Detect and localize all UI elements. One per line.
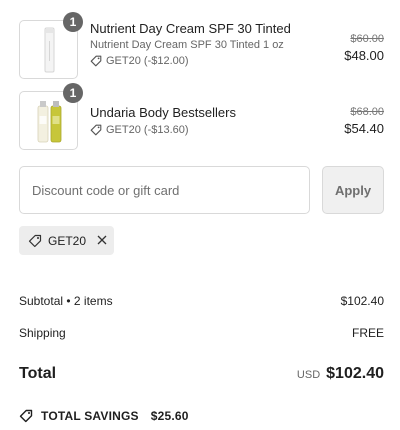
tag-icon — [28, 234, 42, 248]
total-savings: TOTAL SAVINGS $25.60 — [19, 409, 189, 423]
applied-code-label: GET20 — [48, 233, 87, 248]
discounted-price: $48.00 — [344, 48, 384, 63]
subtotal-label: Subtotal • 2 items — [19, 294, 113, 308]
tag-icon — [90, 55, 102, 67]
quantity-badge: 1 — [63, 83, 83, 103]
item-name: Undaria Body Bestsellers — [90, 105, 236, 120]
subtotal-value: $102.40 — [340, 294, 384, 308]
applied-discount-chip: GET20 — [19, 226, 114, 255]
item-info: Nutrient Day Cream SPF 30 Tinted Nutrien… — [90, 20, 314, 69]
original-price: $68.00 — [350, 106, 384, 118]
item-variant: Nutrient Day Cream SPF 30 Tinted 1 oz — [90, 39, 284, 51]
total-row: Total USD $102.40 — [19, 365, 384, 383]
item-prices: $68.00 $54.40 — [344, 105, 384, 138]
item-prices: $60.00 $48.00 — [344, 32, 384, 65]
total-label: Total — [19, 365, 57, 382]
savings-value: $25.60 — [150, 409, 189, 423]
line-item: 1 Nutrient Day Cream SPF 30 Tinted Nutri… — [19, 12, 384, 80]
apply-button[interactable]: Apply — [322, 166, 384, 214]
item-info: Undaria Body Bestsellers GET20 (-$13.60) — [90, 104, 314, 138]
tag-icon — [90, 124, 102, 136]
shipping-value: FREE — [351, 326, 384, 340]
savings-label: TOTAL SAVINGS — [41, 409, 139, 423]
currency-code: USD — [296, 369, 321, 381]
item-discount-text: GET20 (-$12.00) — [106, 55, 189, 67]
quantity-badge: 1 — [63, 12, 83, 32]
shipping-row: Shipping FREE — [19, 326, 384, 340]
remove-code-icon[interactable] — [97, 233, 107, 248]
item-discount-text: GET20 (-$13.60) — [106, 124, 189, 136]
item-discount: GET20 (-$12.00) — [90, 53, 314, 69]
item-discount: GET20 (-$13.60) — [90, 122, 314, 138]
total-amount: USD $102.40 — [297, 365, 384, 383]
original-price: $60.00 — [350, 33, 384, 45]
subtotal-row: Subtotal • 2 items $102.40 — [19, 294, 384, 308]
shipping-label: Shipping — [19, 326, 66, 340]
discount-code-input[interactable] — [19, 166, 310, 214]
discounted-price: $54.40 — [344, 121, 384, 136]
discount-form: Apply — [19, 166, 384, 214]
tag-icon — [19, 409, 33, 423]
item-name: Nutrient Day Cream SPF 30 Tinted — [90, 21, 291, 36]
total-value: $102.40 — [326, 365, 384, 382]
line-item: 1 Undaria Body Bestsellers GET20 (-$13.6… — [19, 83, 384, 151]
